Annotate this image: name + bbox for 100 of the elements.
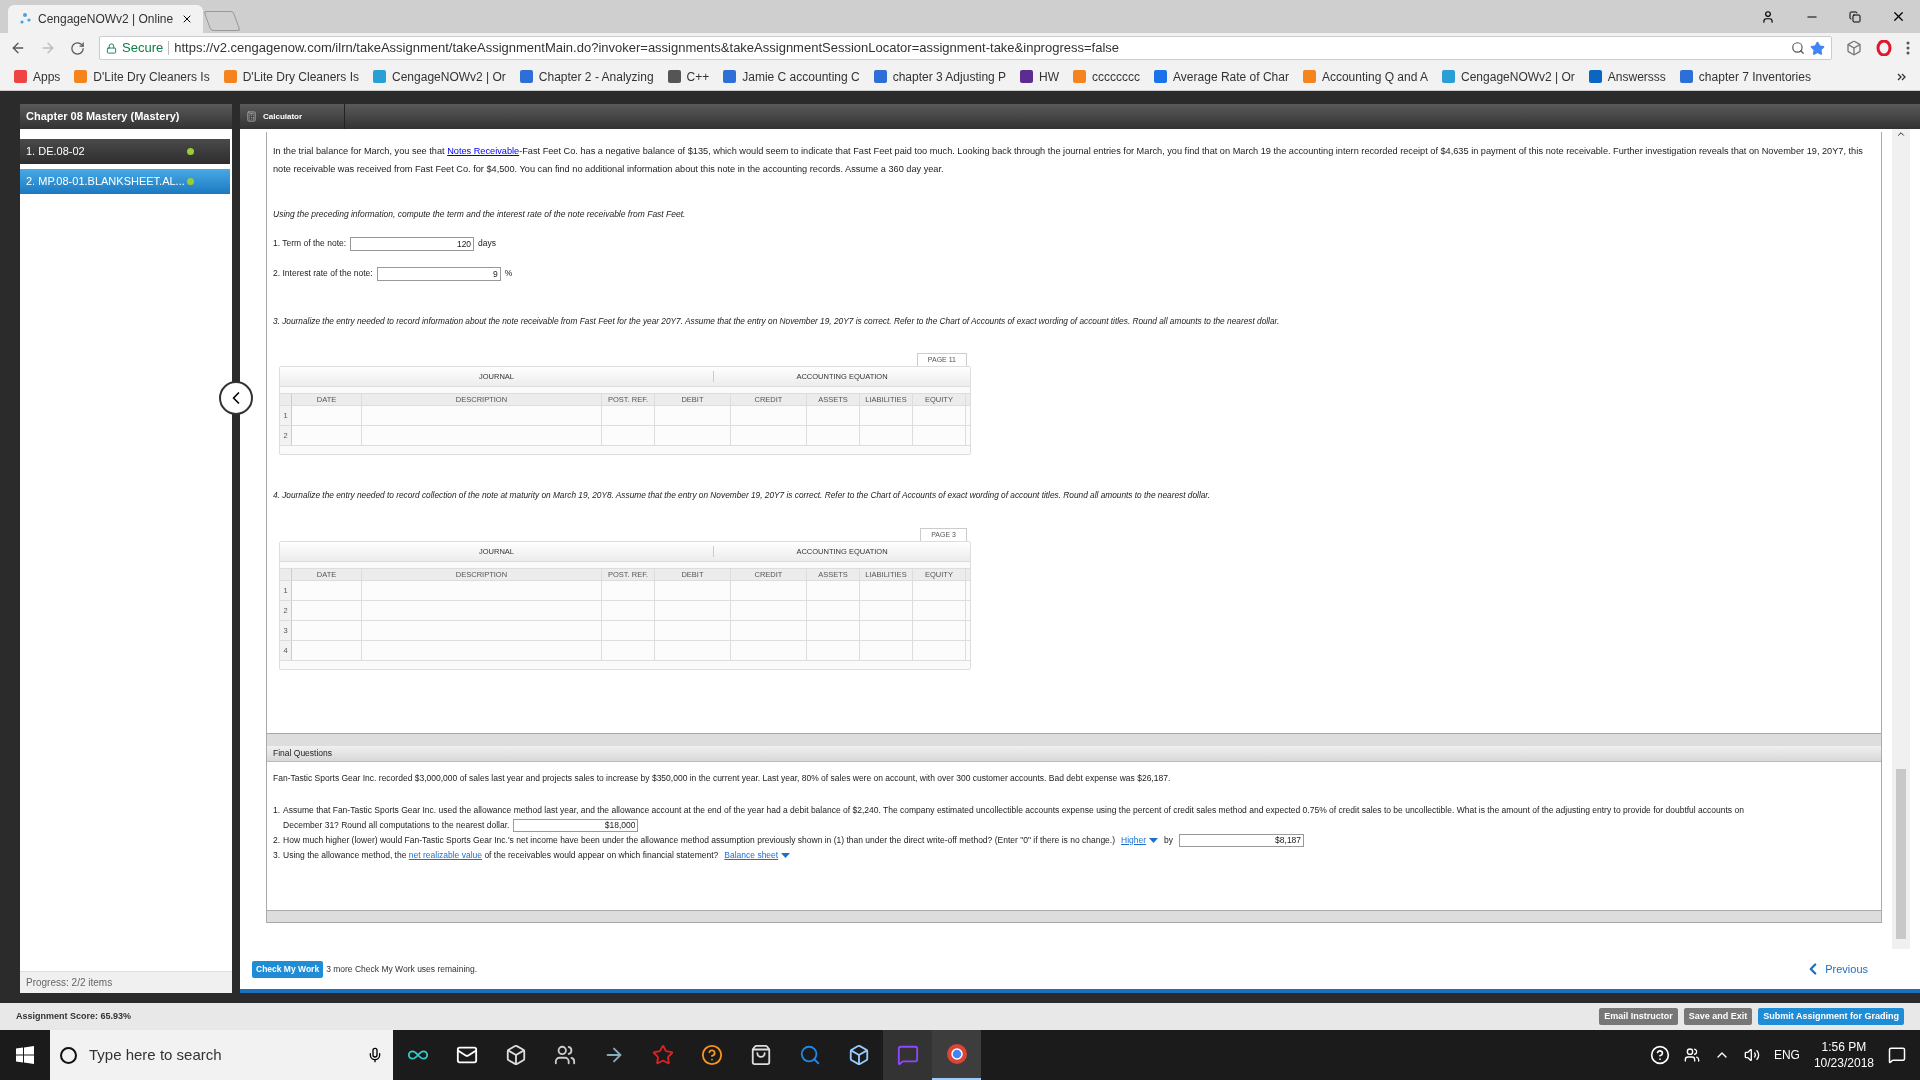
box-icon: [504, 1044, 527, 1066]
problem-text: In the trial balance for March, you see that Notes Receivable-Fast Feet Co. has a negative balance of $135, which would seem to indicate that Fast Feet paid too much. Looking back through the journal entries for March, you find that on March 19 the accounting intern recorded receipt of $4,635 in payment of this note receivable. Further investigation reveals that on November 19, 20Y7, this note receivable was received from Fast Feet Co. for $4,500. You can find no additional information about this note in the accounting records. Assume a 360 day year.: [273, 145, 1864, 176]
favicon-icon: [723, 70, 737, 83]
volume-icon[interactable]: [1743, 1047, 1760, 1063]
unit-label: %: [504, 267, 513, 281]
favicon-icon: [373, 70, 386, 83]
instruction-text: 4. Journalize the entry needed to record collection of the note at maturity on March 19, 20Y8. Assume that the entry on November 19, 20Y7 is correct. Refer to the Chart of Accounts of exact wording of account titles. Round all amounts to the nearest dollar.: [273, 489, 1212, 502]
scroll-thumb[interactable]: [1896, 769, 1906, 939]
back-icon[interactable]: [10, 40, 26, 56]
favicon-icon: [14, 70, 27, 83]
question-item[interactable]: 1. DE.08-02: [20, 139, 230, 164]
bookmark-item[interactable]: D'Lite Dry Cleaners Is: [223, 67, 359, 86]
wheel-icon: [945, 1043, 968, 1065]
question-text: How much higher (lower) would Fan-Tastic Sports Gear Inc.'s net income have been under the allowance method assumption previously shown in (1) than under the direct write-off method? (Enter "0" if there is no change.): [283, 833, 1116, 847]
bookmark-item[interactable]: Answersss: [1588, 67, 1666, 86]
answer-field[interactable]: $8,187: [1179, 833, 1305, 847]
language-indicator[interactable]: ENG: [1773, 1046, 1800, 1064]
bookmark-item[interactable]: Chapter 2 - Analyzing: [519, 67, 654, 86]
mail-icon: [455, 1044, 478, 1066]
progress-text: Progress: 2/2 items: [20, 971, 232, 993]
question-text: Using the allowance method, the net realizable value of the receivables would appear on which financial statement?: [283, 848, 719, 862]
net-realizable-value-link[interactable]: net realizable value: [408, 849, 483, 860]
scrollbar[interactable]: [1892, 129, 1910, 949]
answer-field[interactable]: 9: [376, 266, 501, 281]
answer-field[interactable]: $18,000: [513, 818, 639, 832]
bookmark-item[interactable]: cccccccc: [1073, 67, 1141, 86]
previous-link[interactable]: Previous: [1804, 960, 1868, 978]
bookmark-item[interactable]: Apps: [14, 67, 61, 86]
favicon-icon: [1154, 70, 1168, 83]
chat-icon: [896, 1044, 919, 1066]
field-label: 1. Term of the note:: [273, 237, 347, 251]
bookmark-star-icon[interactable]: [1810, 40, 1825, 56]
favicon-icon: [1679, 70, 1693, 83]
section-header: Final Questions: [267, 746, 1881, 762]
question-number: 1.: [273, 803, 281, 817]
bookmark-item[interactable]: Average Rate of Char: [1154, 67, 1289, 86]
caret-icon: [1149, 837, 1159, 843]
answer-field[interactable]: 120: [350, 236, 475, 251]
taskbar-app[interactable]: [932, 1030, 981, 1080]
bookmark-item[interactable]: CengageNOWv2 | Or: [373, 67, 506, 86]
star-icon: [651, 1044, 674, 1066]
check-my-work-button[interactable]: Check My Work: [252, 960, 324, 978]
help-icon[interactable]: [1649, 1045, 1670, 1065]
favicon-icon: [1442, 70, 1455, 83]
favicon-icon: [667, 70, 681, 83]
caret-icon: [781, 852, 791, 858]
bookmark-item[interactable]: chapter 7 Inventories: [1679, 67, 1811, 86]
bag-icon: [749, 1044, 772, 1066]
favicon-icon: [1302, 70, 1316, 83]
footer-button[interactable]: Submit Assignment for Grading: [1758, 1008, 1904, 1025]
bookmark-item[interactable]: Jamie C accounting C: [723, 67, 860, 86]
bookmark-item[interactable]: HW: [1020, 67, 1060, 86]
cube-icon: [847, 1044, 870, 1066]
circle-icon: [700, 1044, 723, 1066]
favicon-icon: [1588, 70, 1602, 83]
forward-icon[interactable]: [40, 40, 56, 56]
search-field[interactable]: Type here to search: [50, 1030, 393, 1080]
instruction-text: Using the preceding information, compute the term and the interest rate of the note receivable from Fast Feet.: [273, 208, 687, 221]
restore-icon[interactable]: [1849, 10, 1861, 23]
bookmark-item[interactable]: chapter 3 Adjusting P: [873, 67, 1007, 86]
people-icon[interactable]: [1683, 1047, 1700, 1063]
bookmark-item[interactable]: D'Lite Dry Cleaners Is: [74, 67, 210, 86]
clock[interactable]: 1:56 PM 10/23/2018: [1813, 1039, 1874, 1071]
close-icon[interactable]: [181, 13, 193, 25]
address-field[interactable]: Secure https://v2.cengagenow.com/ilrn/takeAssignment/takeAssignmentMain.do?invoker=assignments&takeAssignmentSessionLocator=assignment-take&inprogress=false: [99, 36, 1832, 60]
question-number: 3.: [273, 848, 281, 862]
notes-receivable-link[interactable]: Notes Receivable: [447, 146, 520, 156]
notifications-icon[interactable]: [1888, 1046, 1906, 1064]
more-bookmarks-icon[interactable]: [1897, 72, 1906, 81]
question-text: December 31? Round all computations to the nearest dollar.: [283, 818, 510, 832]
new-tab-button[interactable]: [203, 11, 241, 31]
remaining-text: 3 more Check My Work uses remaining.: [326, 962, 478, 976]
scroll-up-icon[interactable]: [1896, 129, 1906, 139]
figure-icon: [553, 1044, 576, 1066]
extension-icon[interactable]: [1846, 40, 1862, 56]
mic-icon[interactable]: [367, 1047, 383, 1063]
choice-dropdown[interactable]: Higher: [1121, 832, 1159, 848]
choice-dropdown[interactable]: Balance sheet: [724, 847, 791, 863]
lock-icon: [106, 42, 117, 54]
bookmark-item[interactable]: C++: [667, 67, 710, 86]
by-label: by: [1164, 833, 1174, 847]
question-text: Assume that Fan-Tastic Sports Gear Inc. used the allowance method last year, and the allowance account at the end of the year had a debit balance of $2,240. The company estimated uncollectible accounts expense using the percent of credit sales method and expected 0.75% of credit sales to be uncollectible. What is the amount of the adjusting entry to provide for doubtful accounts on: [283, 803, 1745, 817]
footer-button[interactable]: Email Instructor: [1599, 1008, 1678, 1025]
reload-icon[interactable]: [70, 40, 85, 56]
calculator-icon: [246, 111, 257, 122]
question-text: Fan-Tastic Sports Gear Inc. recorded $3,000,000 of sales last year and projects sales to increase by $350,000 in the current year. Last year, 80% of sales were on account, with over 300 customer accounts. Bad debt expense was $26,187.: [273, 772, 1172, 785]
spinner-icon: [18, 12, 32, 26]
favicon-icon: [74, 70, 88, 83]
favicon-icon: [873, 70, 887, 83]
menu-icon[interactable]: [1906, 41, 1910, 55]
bookmark-item[interactable]: CengageNOWv2 | Or: [1442, 67, 1575, 86]
windows-start-icon[interactable]: [16, 1046, 34, 1064]
zoom-icon[interactable]: [1791, 41, 1805, 55]
profile-icon[interactable]: [1761, 9, 1775, 24]
opera-icon[interactable]: [1876, 40, 1892, 56]
close-icon[interactable]: [1891, 9, 1906, 24]
browser-tab[interactable]: CengageNOWv2 | Online: [8, 5, 203, 33]
favicon-icon: [223, 70, 237, 83]
footer-button[interactable]: Save and Exit: [1683, 1008, 1753, 1025]
bookmark-item[interactable]: Accounting Q and A: [1302, 67, 1428, 86]
